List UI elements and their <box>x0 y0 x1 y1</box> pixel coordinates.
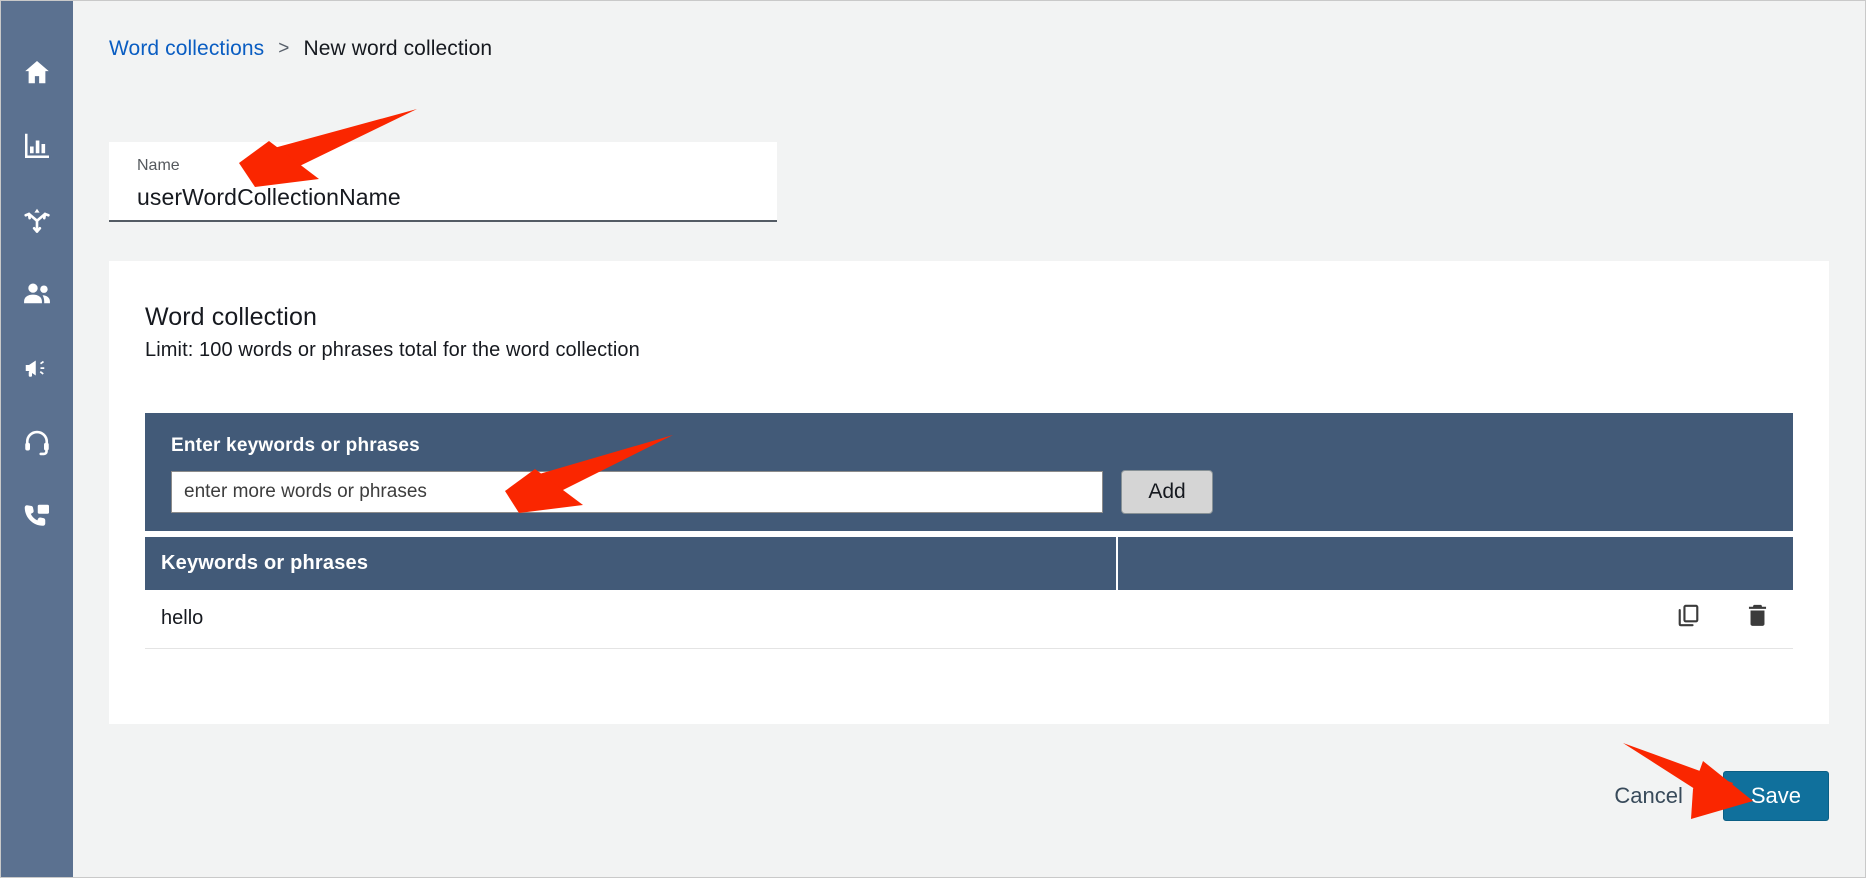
sidebar-item-metrics[interactable] <box>1 109 73 183</box>
keywords-table-body: hello <box>145 590 1793 648</box>
sidebar-item-users[interactable] <box>1 257 73 331</box>
cancel-button[interactable]: Cancel <box>1600 775 1696 817</box>
name-field-label: Name <box>137 156 749 176</box>
home-icon <box>22 57 52 87</box>
keyword-entry-row: Add <box>171 470 1767 514</box>
panel-title: Word collection <box>145 302 317 332</box>
sidebar-item-home[interactable] <box>1 35 73 109</box>
sidebar-item-contact-control-panel[interactable] <box>1 405 73 479</box>
breadcrumb-current-page: New word collection <box>303 37 492 61</box>
keyword-cell: hello <box>145 590 1117 648</box>
main-sidebar <box>1 1 73 877</box>
name-field-container[interactable]: Name userWordCollectionName <box>109 142 777 222</box>
main-content: Word collections > New word collection N… <box>73 1 1865 877</box>
keywords-table-head: Keywords or phrases <box>145 537 1793 590</box>
breadcrumb: Word collections > New word collection <box>109 37 492 61</box>
add-keyword-button[interactable]: Add <box>1121 470 1213 514</box>
bar-chart-icon <box>22 131 52 161</box>
sidebar-item-phone-contacts[interactable] <box>1 479 73 553</box>
column-header-actions <box>1117 537 1793 590</box>
megaphone-icon <box>22 353 52 383</box>
trash-icon[interactable] <box>1744 602 1771 635</box>
table-header-row: Keywords or phrases <box>145 537 1793 590</box>
form-actions: Cancel Save <box>1600 771 1829 821</box>
sidebar-item-routing[interactable] <box>1 183 73 257</box>
breadcrumb-separator: > <box>278 38 289 60</box>
headset-icon <box>22 427 52 457</box>
phone-card-icon <box>22 501 52 531</box>
sidebar-item-campaigns[interactable] <box>1 331 73 405</box>
keyword-entry-label: Enter keywords or phrases <box>171 435 1767 457</box>
panel-limit-text: Limit: 100 words or phrases total for th… <box>145 337 640 363</box>
keywords-table: Keywords or phrases hello <box>145 537 1793 649</box>
table-row: hello <box>145 590 1793 648</box>
row-actions-cell <box>1117 590 1793 648</box>
keyword-input[interactable] <box>171 471 1103 513</box>
application-window: Word collections > New word collection N… <box>0 0 1866 878</box>
name-input[interactable]: userWordCollectionName <box>137 183 749 211</box>
keyword-entry-block: Enter keywords or phrases Add <box>145 413 1793 531</box>
column-header-keywords: Keywords or phrases <box>145 537 1117 590</box>
copy-icon[interactable] <box>1675 602 1702 635</box>
routing-flow-icon <box>22 205 52 235</box>
users-icon <box>21 278 53 310</box>
breadcrumb-link-word-collections[interactable]: Word collections <box>109 37 264 61</box>
word-collection-panel: Word collection Limit: 100 words or phra… <box>109 261 1829 724</box>
save-button[interactable]: Save <box>1723 771 1829 821</box>
